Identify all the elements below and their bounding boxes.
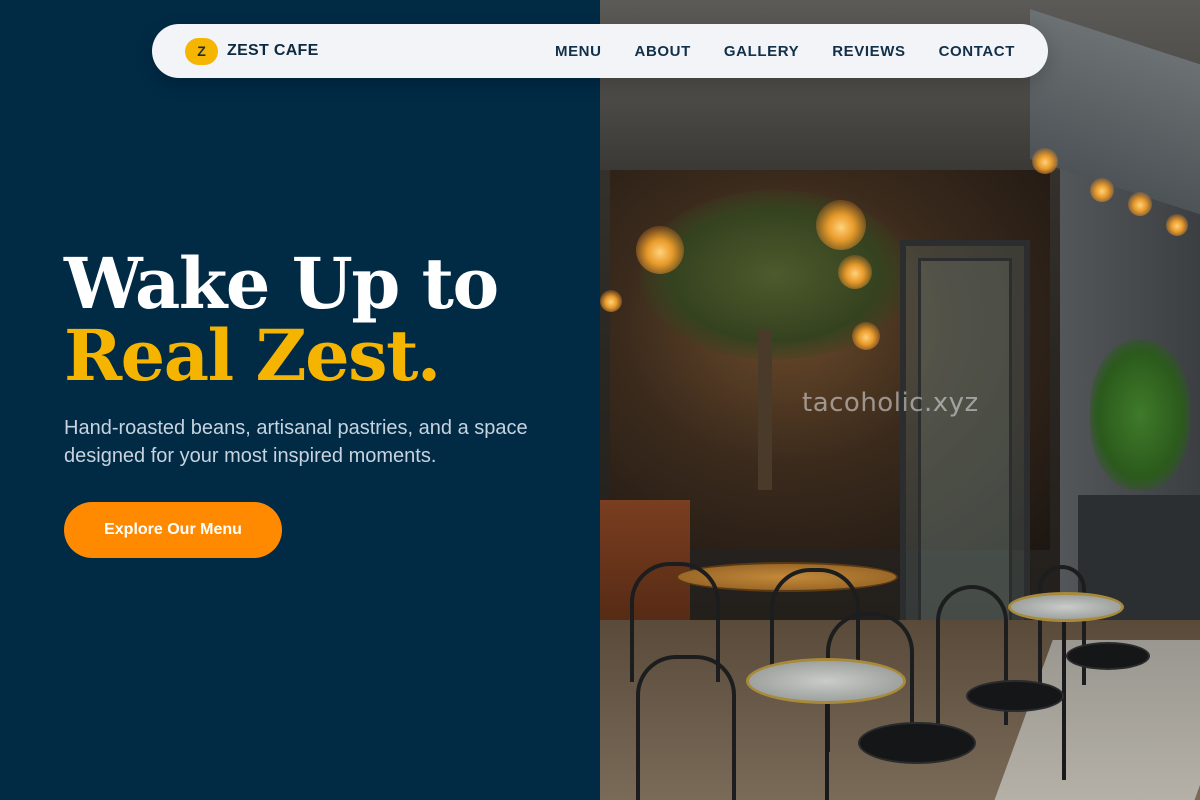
nav-link-about[interactable]: ABOUT: [635, 43, 691, 60]
cafe-table: [1008, 592, 1124, 622]
table-leg: [1062, 620, 1066, 780]
brand-logo[interactable]: Z ZEST CAFE: [185, 37, 319, 65]
chair-seat: [858, 722, 976, 764]
hero-subtext: Hand-roasted beans, artisanal pastries, …: [64, 417, 528, 467]
pendant-light: [852, 322, 880, 350]
pendant-light: [816, 200, 866, 250]
hero-headline: Wake Up to Real Zest.: [64, 248, 584, 392]
pendant-light: [636, 226, 684, 274]
cafe-chair: [636, 655, 736, 800]
nav-link-menu[interactable]: MENU: [555, 43, 602, 60]
chair-seat: [966, 680, 1064, 712]
string-light: [1090, 178, 1114, 202]
table-leg: [825, 700, 829, 800]
nav-link-reviews[interactable]: REVIEWS: [832, 43, 905, 60]
watermark-text: tacoholic.xyz: [802, 388, 979, 418]
pendant-light: [600, 290, 622, 312]
navbar: Z ZEST CAFE MENU ABOUT GALLERY REVIEWS C…: [152, 24, 1048, 78]
brand-badge-icon: Z: [185, 37, 218, 65]
string-light: [1166, 214, 1188, 236]
brand-name: ZEST CAFE: [227, 42, 319, 59]
chair-seat: [1066, 642, 1150, 670]
nav-links: MENU ABOUT GALLERY REVIEWS CONTACT: [555, 43, 1015, 60]
string-light: [1128, 192, 1152, 216]
cafe-table: [746, 658, 906, 704]
nav-link-gallery[interactable]: GALLERY: [724, 43, 799, 60]
hero-section: Wake Up to Real Zest. Hand-roasted beans…: [64, 248, 584, 558]
pendant-light: [838, 255, 872, 289]
headline-line-1: Wake Up to: [64, 242, 499, 325]
explore-menu-button[interactable]: Explore Our Menu: [64, 502, 282, 558]
string-light: [1032, 148, 1058, 174]
headline-line-2: Real Zest.: [64, 314, 441, 397]
photo-plant: [1090, 340, 1190, 490]
photo-tree-trunk: [758, 330, 772, 490]
nav-link-contact[interactable]: CONTACT: [939, 43, 1015, 60]
